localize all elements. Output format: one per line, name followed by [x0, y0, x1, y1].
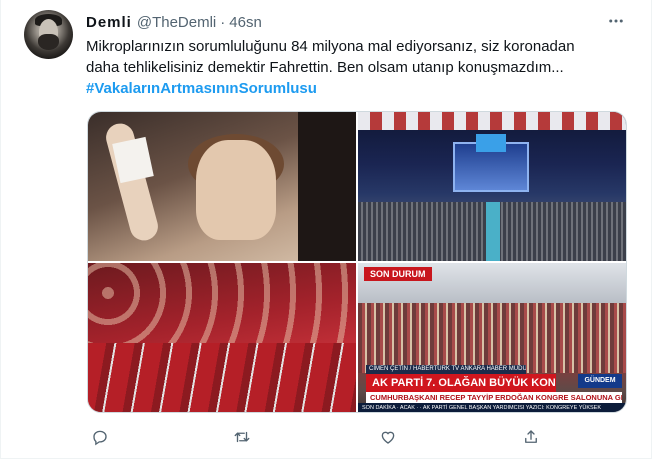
user-handle[interactable]: @TheDemli	[137, 14, 216, 31]
image-red-jackets	[88, 343, 356, 412]
image-person	[196, 140, 276, 240]
retweet-icon	[234, 431, 250, 443]
media-grid: SON DURUM CİMEN ÇETİN / HABERTÜRK TV ANK…	[87, 111, 627, 413]
tweet-text-line-2: daha tehlikelisiniz demektir Fahrettin. …	[86, 59, 564, 76]
breaking-news-badge: SON DURUM	[364, 267, 432, 281]
news-subheadline: CUMHURBAŞKANI RECEP TAYYİP ERDOĞAN KONGR…	[366, 392, 622, 403]
separator-dot: ·	[220, 13, 226, 31]
tweet-text: Mikroplarınızın sorumluluğunu 84 milyona…	[86, 36, 626, 78]
display-name[interactable]: Demli	[86, 14, 132, 31]
image-rally-crowd	[358, 303, 626, 373]
more-dots-icon	[609, 19, 623, 23]
tweet-card[interactable]: Demli @TheDemli · 46sn Mikroplarınızın s…	[0, 0, 652, 459]
avatar-beard	[38, 34, 59, 50]
like-button[interactable]	[377, 426, 399, 448]
avatar[interactable]	[24, 10, 73, 59]
reporter-line: CİMEN ÇETİN / HABERTÜRK TV ANKARA HABER …	[366, 365, 526, 374]
news-headline: AK PARTİ 7. OLAĞAN BÜYÜK KONGRESİ	[366, 374, 556, 392]
share-upload-icon	[525, 430, 537, 443]
image-screen	[476, 134, 506, 152]
retweet-button[interactable]	[231, 426, 253, 448]
tweet-header: Demli @TheDemli · 46sn	[86, 12, 262, 32]
tweet-time[interactable]: 46sn	[229, 14, 262, 31]
reply-button[interactable]	[89, 426, 111, 448]
news-ticker: SON DAKİKA · ACAK · · AK PARTİ GENEL BAŞ…	[358, 403, 626, 412]
tweet-actions	[87, 426, 547, 450]
image-paper	[112, 136, 154, 184]
media-image-1[interactable]	[88, 112, 356, 261]
more-options-button[interactable]	[605, 11, 627, 31]
image-shadow	[298, 112, 356, 261]
image-aisle	[486, 202, 500, 261]
heart-icon	[381, 431, 395, 444]
media-image-2[interactable]	[358, 112, 626, 261]
tweet-text-line-1: Mikroplarınızın sorumluluğunu 84 milyona…	[86, 38, 575, 55]
image-roof	[358, 112, 626, 130]
media-image-3[interactable]	[88, 263, 356, 412]
reply-bubble-icon	[93, 430, 107, 446]
hashtag-link[interactable]: #VakalarınArtmasınınSorumlusu	[86, 78, 317, 99]
media-image-4[interactable]: SON DURUM CİMEN ÇETİN / HABERTÜRK TV ANK…	[358, 263, 626, 412]
share-button[interactable]	[520, 426, 542, 448]
gundem-badge: GÜNDEM	[578, 374, 622, 388]
